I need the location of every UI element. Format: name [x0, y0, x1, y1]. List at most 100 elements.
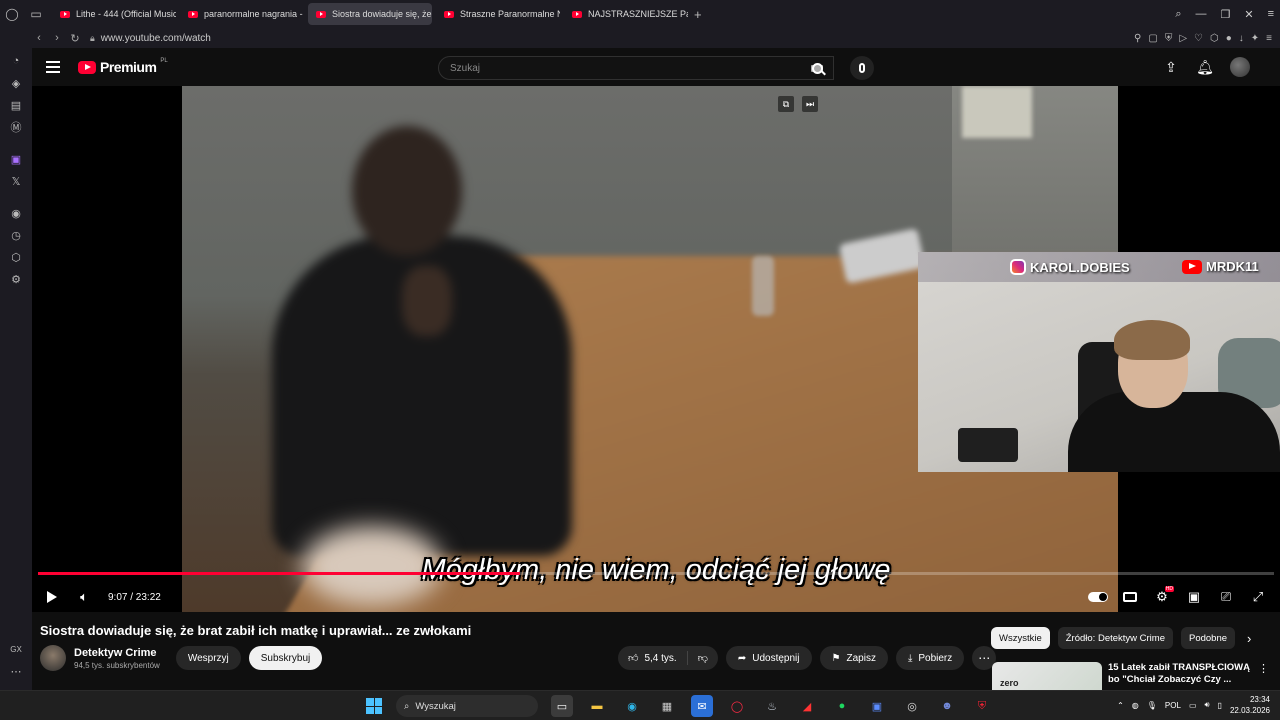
screenshot-icon[interactable]: ▢ [1148, 33, 1157, 44]
browser-menu-icon[interactable]: ≡ [1266, 33, 1272, 44]
discord-icon[interactable]: ☻ [936, 695, 958, 717]
recommended-thumbnail[interactable]: zero [992, 662, 1102, 690]
search-box[interactable]: Szukaj [438, 56, 834, 80]
download-button[interactable]: ⤓ Pobierz [895, 646, 965, 670]
url-field[interactable]: www.youtube.com/watch [101, 33, 211, 44]
messenger-icon[interactable]: ◈ [0, 72, 32, 94]
tab-3[interactable]: Straszne Paranormalne N [436, 3, 560, 25]
menu-icon[interactable]: ≡ [1268, 8, 1274, 20]
support-button[interactable]: Wesprzyj [175, 646, 241, 670]
music-icon[interactable]: ◉ [0, 202, 32, 224]
shield-icon[interactable]: ⛨ [1165, 33, 1173, 44]
spotify-icon[interactable]: ● [831, 695, 853, 717]
dislike-button[interactable]: 👎︎ [688, 646, 718, 670]
chevron-right-icon[interactable]: › [1247, 631, 1251, 646]
app-blue-icon[interactable]: ▣ [866, 695, 888, 717]
opera-gx-icon[interactable]: ◯ [726, 695, 748, 717]
mic-tray-icon[interactable]: 🎙︎ [1147, 701, 1157, 710]
edge-icon[interactable]: ◉ [621, 695, 643, 717]
start-button[interactable] [366, 698, 382, 714]
workspaces-icon[interactable]: ▭ [24, 0, 48, 28]
miniplayer-button[interactable]: ▣ [1178, 582, 1210, 612]
voice-search-button[interactable] [850, 56, 874, 80]
network-icon[interactable]: ◍ [1132, 701, 1139, 710]
recommended-video[interactable]: zero 15 Latek zabił TRANSPŁCIOWĄ bo "Chc… [992, 662, 1280, 690]
steam-icon[interactable]: ♨ [761, 695, 783, 717]
speed-dial-icon[interactable]: ◔ [0, 50, 32, 72]
x-icon[interactable]: 𝕏 [0, 170, 32, 192]
share-button[interactable]: ➦ Udostępnij [725, 646, 812, 670]
restore-icon[interactable]: ❐ [1220, 8, 1230, 21]
account-avatar[interactable] [1230, 57, 1250, 77]
extensions-icon[interactable]: ⬡ [1210, 33, 1219, 44]
task-view-icon[interactable]: ▭ [551, 695, 573, 717]
display-icon[interactable]: ▭ [1189, 701, 1197, 710]
chip-similar[interactable]: Podobne [1181, 627, 1236, 649]
battery-icon[interactable]: ▯ [1218, 701, 1222, 710]
fullscreen-button[interactable]: ⤢ [1242, 582, 1274, 612]
browser-logo-icon[interactable]: ◯ [0, 0, 24, 28]
search-button[interactable] [801, 56, 834, 80]
taskbar-search-input[interactable]: Wyszukaj [415, 701, 456, 712]
outlook-icon[interactable]: ✉ [691, 695, 713, 717]
next-video-icon[interactable]: ⏭ [802, 96, 818, 112]
notifications-bell-icon[interactable]: 🔔︎ [1196, 56, 1214, 78]
progress-bar[interactable] [38, 572, 1274, 575]
profile-icon[interactable]: ● [1226, 33, 1232, 44]
tab-4[interactable]: NAJSTRASZNIEJSZE Para [564, 3, 688, 25]
shield-app-icon[interactable]: ⛨ [971, 695, 993, 717]
minimize-icon[interactable]: — [1195, 8, 1206, 20]
channel-avatar[interactable] [40, 645, 66, 671]
tab-0[interactable]: Lithe - 444 (Official Music [52, 3, 176, 25]
history-icon[interactable]: ◷ [0, 224, 32, 246]
upload-icon[interactable]: ⇪ [1162, 56, 1180, 78]
tab-2-active[interactable]: Siostra dowiaduje się, że [308, 3, 432, 25]
cast-button[interactable]: ⎚ [1210, 582, 1242, 612]
recommended-title[interactable]: 15 Latek zabił TRANSPŁCIOWĄ bo "Chciał Z… [1108, 662, 1258, 690]
save-button[interactable]: ⚑ Zapisz [819, 646, 888, 670]
chip-source[interactable]: Źródło: Detektyw Crime [1057, 627, 1173, 649]
back-icon[interactable]: ‹ [30, 32, 48, 44]
pip-icon[interactable]: ⧉ [778, 96, 794, 112]
play-button[interactable] [36, 582, 68, 612]
volume-tray-icon[interactable]: 🔊︎ [1205, 700, 1210, 710]
settings-button[interactable]: ⚙ HD [1146, 582, 1178, 612]
recommendation-menu-icon[interactable]: ⋮ [1258, 662, 1269, 690]
bookmark-icon[interactable]: ⚲ [1134, 33, 1141, 44]
twitch-icon[interactable]: ▣ [0, 148, 32, 170]
forward-icon[interactable]: › [48, 32, 66, 44]
channel-name[interactable]: Detektyw Crime [74, 647, 160, 659]
volume-button[interactable]: 🔈︎ [68, 582, 100, 612]
video-player[interactable]: ⧉ ⏭ KAROL.DOBIES MRDK11 Mógłbym, nie wie… [32, 86, 1280, 612]
m-app-icon[interactable]: Ⓜ [0, 116, 32, 138]
download-icon[interactable]: ↓ [1239, 33, 1244, 44]
subtitles-button[interactable] [1114, 582, 1146, 612]
gx-icon[interactable]: GX [0, 638, 32, 660]
subscribe-button[interactable]: Subskrybuj [248, 646, 323, 670]
search-tabs-icon[interactable]: ⌕ [1175, 8, 1181, 21]
obs-icon[interactable]: ◎ [901, 695, 923, 717]
taskbar-search[interactable]: ⌕ Wyszukaj [396, 695, 538, 717]
search-input[interactable]: Szukaj [450, 63, 811, 74]
settings-icon[interactable]: ⚙ [0, 268, 32, 290]
autoplay-toggle[interactable] [1082, 582, 1114, 612]
new-tab-icon[interactable]: + [694, 7, 702, 22]
heart-icon[interactable]: ♡ [1194, 33, 1203, 44]
chip-all[interactable]: Wszystkie [991, 627, 1050, 649]
language-indicator[interactable]: POL [1165, 701, 1181, 710]
youtube-logo[interactable]: Premium PL [78, 58, 168, 75]
play-ext-icon[interactable]: ▷ [1179, 33, 1187, 44]
close-window-icon[interactable]: ✕ [1244, 8, 1253, 21]
hamburger-menu-icon[interactable] [46, 61, 60, 73]
store-icon[interactable]: ▦ [656, 695, 678, 717]
app-icon[interactable]: ◢ [796, 695, 818, 717]
tray-expand-icon[interactable]: ⌃ [1117, 701, 1124, 710]
extensions-sidebar-icon[interactable]: ⬡ [0, 246, 32, 268]
like-button[interactable]: 👍︎ 5,4 tys. [618, 646, 687, 670]
more-icon[interactable]: ⋯ [0, 660, 32, 682]
tab-1[interactable]: paranormalne nagrania - [180, 3, 304, 25]
ai-icon[interactable]: ✦ [1251, 33, 1259, 44]
clock[interactable]: 23:34 22.03.2026 [1230, 694, 1270, 716]
reload-icon[interactable]: ↻ [66, 32, 84, 45]
player-icon[interactable]: ▤ [0, 94, 32, 116]
